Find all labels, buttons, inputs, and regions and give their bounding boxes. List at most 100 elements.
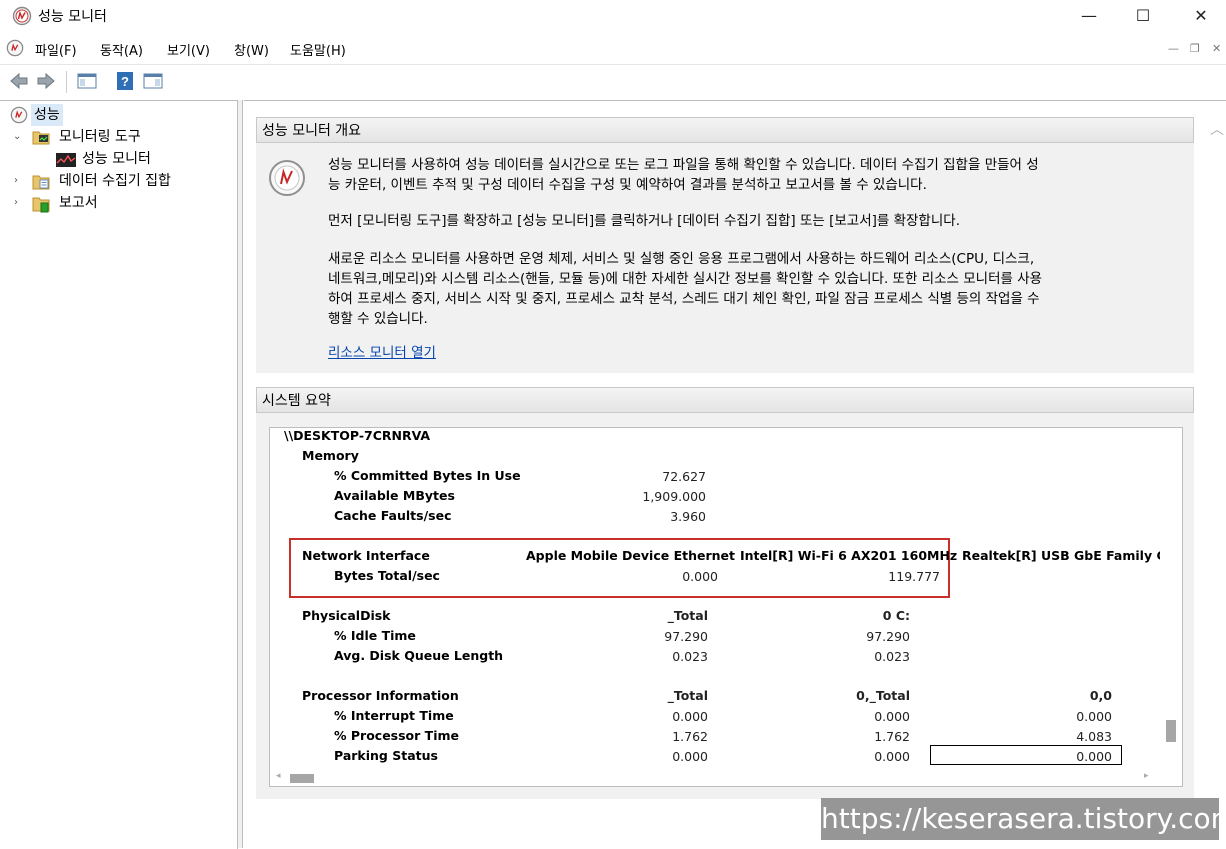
menu-app-icon[interactable] (6, 39, 24, 61)
help-icon[interactable]: ? (114, 70, 136, 92)
menu-window[interactable]: 창(W) (234, 40, 269, 59)
network-adapter-column: Apple Mobile Device Ethernet (526, 548, 735, 563)
host-name: \\DESKTOP-7CRNRVA (284, 428, 431, 443)
back-arrow-icon[interactable] (8, 70, 30, 92)
forward-arrow-icon[interactable] (35, 70, 57, 92)
console-tree: 성능 ⌄ 모니터링 도구 성능 모니터 › 데이터 수집기 집합 › 보고서 (0, 100, 238, 849)
tree-label-reports: 보고서 (59, 195, 98, 211)
toolbar-separator (66, 71, 67, 93)
counter-name: % Idle Time (334, 628, 416, 643)
counter-value: 0.000 (672, 709, 708, 724)
tree-label-monitoring-tools: 모니터링 도구 (59, 129, 141, 145)
child-minimize-icon[interactable]: — (1168, 42, 1179, 55)
perfmon-app-icon (12, 6, 32, 30)
minimize-button[interactable]: — (1066, 0, 1112, 32)
counter-name: % Committed Bytes In Use (334, 468, 521, 483)
processor-information-label: Processor Information (302, 688, 459, 703)
disk-instance-column: 0 C: (882, 608, 910, 623)
overview-para1-line2: 능 카운터, 이벤트 추적 및 구성 데이터 수집을 구성 및 예약하여 결과를… (328, 177, 927, 193)
counter-value: 4.083 (1076, 729, 1112, 744)
open-resource-monitor-link[interactable]: 리소스 모니터 열기 (328, 345, 436, 361)
tree-label-data-collector-sets: 데이터 수집기 집합 (59, 173, 171, 189)
counter-name: Parking Status (334, 748, 438, 763)
vertical-scroll-thumb[interactable] (1166, 720, 1176, 742)
counter-value: 0.000 (874, 749, 910, 764)
child-close-icon[interactable]: ✕ (1212, 42, 1221, 55)
counter-value: 0.000 (1076, 749, 1112, 764)
system-summary-area: \\DESKTOP-7CRNRVA Memory % Committed Byt… (256, 413, 1194, 799)
system-summary-table: \\DESKTOP-7CRNRVA Memory % Committed Byt… (269, 427, 1183, 787)
disk-instance-column: _Total (667, 608, 708, 623)
counter-name: % Interrupt Time (334, 708, 454, 723)
overview-para1-line1: 성능 모니터를 사용하여 성능 데이터를 실시간으로 또는 로그 파일을 통해 … (328, 157, 1039, 173)
menu-action[interactable]: 동작(A) (100, 40, 143, 59)
tree-item-reports[interactable]: › 보고서 (0, 192, 236, 214)
window-title: 성능 모니터 (38, 9, 107, 25)
overview-link-row: 리소스 모니터 열기 (328, 343, 1186, 363)
network-adapter-column: Intel[R] Wi-Fi 6 AX201 160MHz (740, 548, 958, 563)
svg-text:?: ? (121, 74, 129, 89)
watermark: https://keserasera.tistory.com (821, 798, 1226, 840)
menu-bar: 파일(F) 동작(A) 보기(V) 창(W) 도움말(H) — ❐ ✕ (0, 34, 1226, 62)
counter-name: Bytes Total/sec (334, 568, 440, 583)
overview-para3-line4: 행할 수 있습니다. (328, 311, 428, 327)
processor-instance-column: 0,0 (1089, 688, 1112, 703)
tree-item-monitoring-tools[interactable]: ⌄ 모니터링 도구 (0, 126, 236, 148)
show-hide-action-pane-icon[interactable] (142, 70, 164, 92)
details-pane: ︿ 성능 모니터 개요 성능 모니터를 사용하여 성능 데이터를 실시간으로 또… (244, 100, 1226, 849)
counter-name: Available MBytes (334, 488, 455, 503)
counter-name: Cache Faults/sec (334, 508, 452, 523)
tree-item-performance-monitor[interactable]: 성능 모니터 (0, 148, 236, 170)
processor-instance-column: _Total (667, 688, 708, 703)
menu-view[interactable]: 보기(V) (167, 40, 210, 59)
overview-paragraph-3: 새로운 리소스 모니터를 사용하면 운영 체제, 서비스 및 실행 중인 응용 … (328, 249, 1186, 329)
maximize-button[interactable]: ☐ (1120, 0, 1166, 32)
processor-instance-column: 0,_Total (856, 688, 910, 703)
overview-para3-line3: 하여 프로세스 중지, 서비스 시작 및 중지, 프로세스 교착 분석, 스레드… (328, 291, 1040, 307)
menu-file[interactable]: 파일(F) (35, 40, 77, 59)
overview-para3-line1: 새로운 리소스 모니터를 사용하면 운영 체제, 서비스 및 실행 중인 응용 … (328, 251, 1035, 267)
counter-value: 3.960 (670, 509, 706, 524)
chevron-down-icon[interactable]: ⌄ (13, 126, 21, 148)
vertical-scrollbar[interactable] (1164, 428, 1178, 786)
memory-label: Memory (302, 448, 359, 463)
network-interface-label: Network Interface (302, 548, 430, 563)
title-bar: 성능 모니터 — ☐ ✕ (0, 0, 1226, 32)
counter-value: 72.627 (662, 469, 706, 484)
overview-para3-line2: 네트워크,메모리)와 시스템 리소스(핸들, 모듈 등)에 대한 자세한 실시간… (328, 271, 1043, 287)
tree-item-performance[interactable]: 성능 (0, 104, 236, 126)
child-restore-icon[interactable]: ❐ (1190, 42, 1200, 55)
counter-name: % Processor Time (334, 728, 459, 743)
show-hide-console-tree-icon[interactable] (76, 70, 98, 92)
counter-value: 97.290 (866, 629, 910, 644)
reports-icon (32, 195, 50, 220)
toolbar: ? (0, 64, 1226, 99)
horizontal-scrollbar[interactable]: ◂ ▸ (270, 770, 1166, 786)
counter-value: 1.762 (874, 729, 910, 744)
overview-paragraph-1: 성능 모니터를 사용하여 성능 데이터를 실시간으로 또는 로그 파일을 통해 … (328, 155, 1186, 195)
close-button[interactable]: ✕ (1178, 0, 1224, 32)
menu-help[interactable]: 도움말(H) (290, 40, 346, 59)
overview-section-header[interactable]: 성능 모니터 개요 (256, 117, 1194, 143)
tree-label-performance-monitor: 성능 모니터 (82, 151, 151, 167)
system-summary-section-header[interactable]: 시스템 요약 (256, 387, 1194, 413)
counter-value: 0.000 (874, 709, 910, 724)
perfmon-overview-icon (268, 159, 306, 201)
scroll-right-arrow-icon[interactable]: ▸ (1144, 771, 1149, 781)
counter-value: 0.023 (874, 649, 910, 664)
chevron-right-icon[interactable]: › (14, 170, 18, 192)
counter-value: 1,909.000 (642, 489, 706, 504)
counter-value: 0.000 (1076, 709, 1112, 724)
network-adapter-column: Realtek[R] USB GbE Family Cor (962, 548, 1160, 563)
counter-value: 0.000 (682, 569, 718, 584)
collapse-chevron-icon[interactable]: ︿ (1210, 119, 1224, 139)
overview-body: 성능 모니터를 사용하여 성능 데이터를 실시간으로 또는 로그 파일을 통해 … (256, 143, 1194, 373)
tree-item-data-collector-sets[interactable]: › 데이터 수집기 집합 (0, 170, 236, 192)
counter-value: 119.777 (888, 569, 940, 584)
counter-value: 0.023 (672, 649, 708, 664)
scroll-left-arrow-icon[interactable]: ◂ (276, 771, 281, 781)
pane-splitter[interactable] (238, 100, 243, 848)
overview-paragraph-2: 먼저 [모니터링 도구]를 확장하고 [성능 모니터]를 클릭하거나 [데이터 … (328, 213, 960, 229)
horizontal-scroll-thumb[interactable] (290, 774, 314, 783)
chevron-right-icon[interactable]: › (14, 192, 18, 214)
